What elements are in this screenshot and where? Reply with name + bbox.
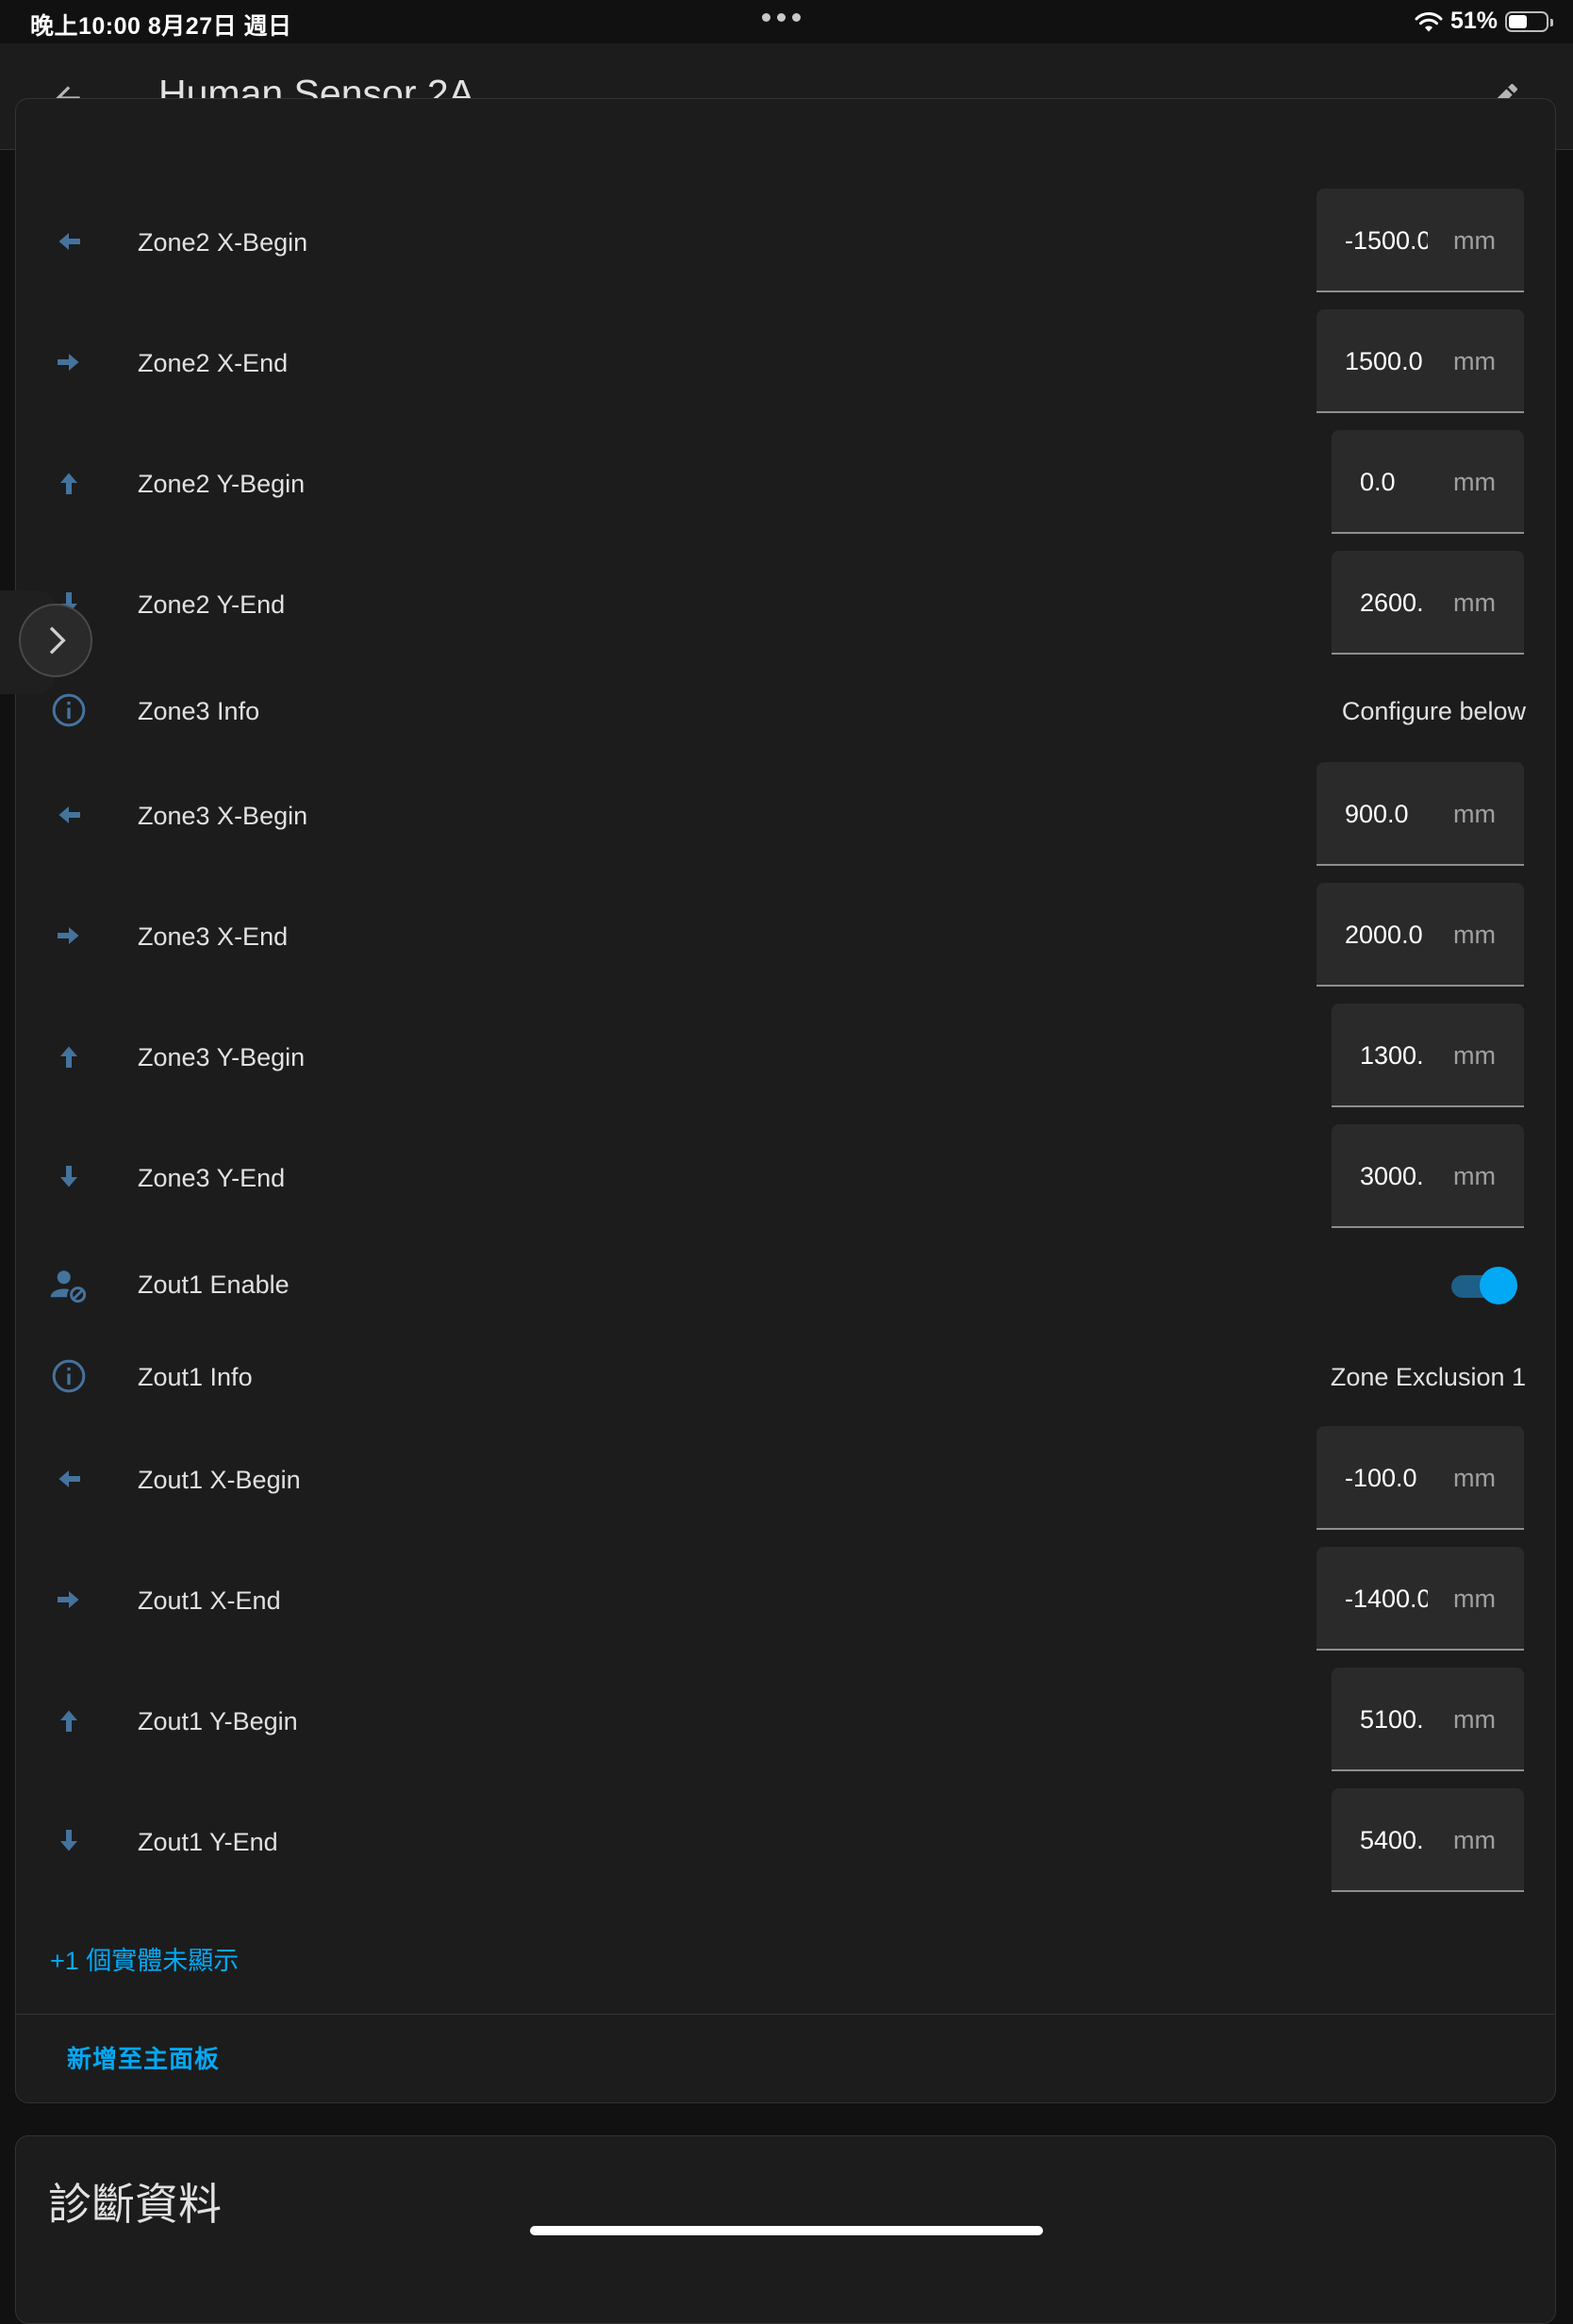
status-time: 晚上10:00 8月27日 週日 [30,13,292,40]
entity-label: Zone2 Y-Begin [138,470,306,498]
controls-card: Zone2 X-Begin -1500.0 mm Zone2 X-End 150… [15,98,1556,2103]
entity-row-zone3-y-begin[interactable]: Zone3 Y-Begin 1300. mm [16,1004,1555,1109]
arrow-up-bold-icon [48,1036,90,1077]
number-input[interactable]: 1300. mm [1332,1004,1524,1107]
entity-row-zout1-info[interactable]: Zout1 Info Zone Exclusion 1 [16,1336,1555,1418]
number-value: 0.0 [1360,468,1396,496]
unit-label: mm [1453,1162,1496,1190]
diagnostics-title: 診斷資料 [48,2180,222,2229]
multitasking-dots[interactable] [762,13,801,22]
unit-label: mm [1453,1041,1496,1070]
number-value: 5400. [1360,1826,1424,1854]
unit-label: mm [1453,589,1496,617]
entity-row-zone3-info[interactable]: Zone3 Info Configure below [16,671,1555,752]
entity-label: Zone2 Y-End [138,590,286,619]
number-input[interactable]: 5400. mm [1332,1788,1524,1892]
unit-label: mm [1453,1585,1496,1613]
entity-row-zout1-y-end[interactable]: Zout1 Y-End 5400. mm [16,1788,1555,1894]
arrow-down-bold-icon [48,1820,90,1862]
unit-label: mm [1453,1464,1496,1492]
arrow-up-bold-icon [48,1700,90,1741]
entity-label: Zout1 Enable [138,1270,290,1299]
arrow-left-bold-icon [48,221,90,262]
card-divider [16,2014,1555,2015]
number-input[interactable]: 1500.0 mm [1316,309,1524,413]
add-to-dashboard-button[interactable]: 新增至主面板 [67,2040,220,2075]
unit-label: mm [1453,921,1496,949]
unit-label: mm [1453,347,1496,375]
entity-label: Zout1 Info [138,1363,253,1391]
entity-label: Zone3 X-Begin [138,802,308,830]
information-outline-icon [48,1355,90,1397]
number-value: 3000. [1360,1162,1424,1190]
arrow-down-bold-icon [48,1156,90,1198]
entity-row-zone2-y-begin[interactable]: Zone2 Y-Begin 0.0 mm [16,430,1555,536]
number-value: -100.0 [1345,1464,1417,1492]
entity-label: Zout1 X-Begin [138,1466,301,1494]
number-value: 1500.0 [1345,347,1423,375]
enable-toggle[interactable] [1448,1265,1519,1306]
entity-label: Zone3 X-End [138,922,289,951]
entity-label: Zout1 Y-End [138,1828,278,1856]
entity-label: Zone3 Y-End [138,1164,286,1192]
status-bar: 晚上10:00 8月27日 週日 51% [0,0,1573,43]
entity-state: Zone Exclusion 1 [1330,1363,1526,1391]
unit-label: mm [1453,1705,1496,1734]
number-input[interactable]: 3000. mm [1332,1124,1524,1228]
entity-label: Zone2 X-Begin [138,228,308,257]
unit-label: mm [1453,1826,1496,1854]
entity-row-zone3-x-begin[interactable]: Zone3 X-Begin 900.0 mm [16,762,1555,868]
account-cancel-icon [48,1265,90,1306]
battery-percent: 51% [1449,8,1498,34]
unit-label: mm [1453,800,1496,828]
number-input[interactable]: 0.0 mm [1332,430,1524,534]
entity-row-zout1-y-begin[interactable]: Zout1 Y-Begin 5100. mm [16,1668,1555,1773]
chevron-right-icon [49,626,66,655]
entity-row-zone2-y-end[interactable]: Zone2 Y-End 2600. mm [16,551,1555,656]
expand-sidebar-button[interactable] [19,604,92,677]
unit-label: mm [1453,226,1496,255]
number-value: -1400.0 [1345,1585,1428,1613]
number-value: 1300. [1360,1041,1424,1070]
arrow-right-bold-icon [48,915,90,956]
hidden-entities-link[interactable]: +1 個實體未顯示 [50,1940,239,1977]
entity-row-zone3-x-end[interactable]: Zone3 X-End 2000.0 mm [16,883,1555,988]
arrow-right-bold-icon [48,341,90,383]
home-indicator[interactable] [530,2226,1043,2235]
number-input[interactable]: 2000.0 mm [1316,883,1524,987]
number-value: 2000.0 [1345,921,1423,949]
number-value: -1500.0 [1345,226,1428,255]
number-value: 900.0 [1345,800,1409,828]
wifi-icon [1415,11,1443,32]
arrow-right-bold-icon [48,1579,90,1620]
number-input[interactable]: -1500.0 mm [1316,189,1524,292]
battery-icon [1505,10,1553,32]
number-value: 5100. [1360,1705,1424,1734]
arrow-left-bold-icon [48,1458,90,1500]
information-outline-icon [48,689,90,731]
number-input[interactable]: -1400.0 mm [1316,1547,1524,1651]
unit-label: mm [1453,468,1496,496]
entity-row-zout1-enable[interactable]: Zout1 Enable [16,1242,1555,1329]
arrow-left-bold-icon [48,794,90,836]
entity-row-zout1-x-begin[interactable]: Zout1 X-Begin -100.0 mm [16,1426,1555,1532]
entity-row-zone3-y-end[interactable]: Zone3 Y-End 3000. mm [16,1124,1555,1230]
entity-label: Zout1 X-End [138,1586,281,1615]
entity-row-zone2-x-begin[interactable]: Zone2 X-Begin -1500.0 mm [16,189,1555,294]
entity-row-zout1-x-end[interactable]: Zout1 X-End -1400.0 mm [16,1547,1555,1652]
number-input[interactable]: 900.0 mm [1316,762,1524,866]
entity-row-zone2-x-end[interactable]: Zone2 X-End 1500.0 mm [16,309,1555,415]
toggle-thumb [1480,1267,1517,1304]
entity-label: Zout1 Y-Begin [138,1707,298,1735]
number-value: 2600. [1360,589,1424,617]
entity-label: Zone3 Info [138,697,260,725]
number-input[interactable]: -100.0 mm [1316,1426,1524,1530]
number-input[interactable]: 2600. mm [1332,551,1524,655]
number-input[interactable]: 5100. mm [1332,1668,1524,1771]
entity-state: Configure below [1341,697,1526,725]
entity-label: Zone2 X-End [138,349,289,377]
arrow-up-bold-icon [48,462,90,504]
entity-label: Zone3 Y-Begin [138,1043,306,1071]
